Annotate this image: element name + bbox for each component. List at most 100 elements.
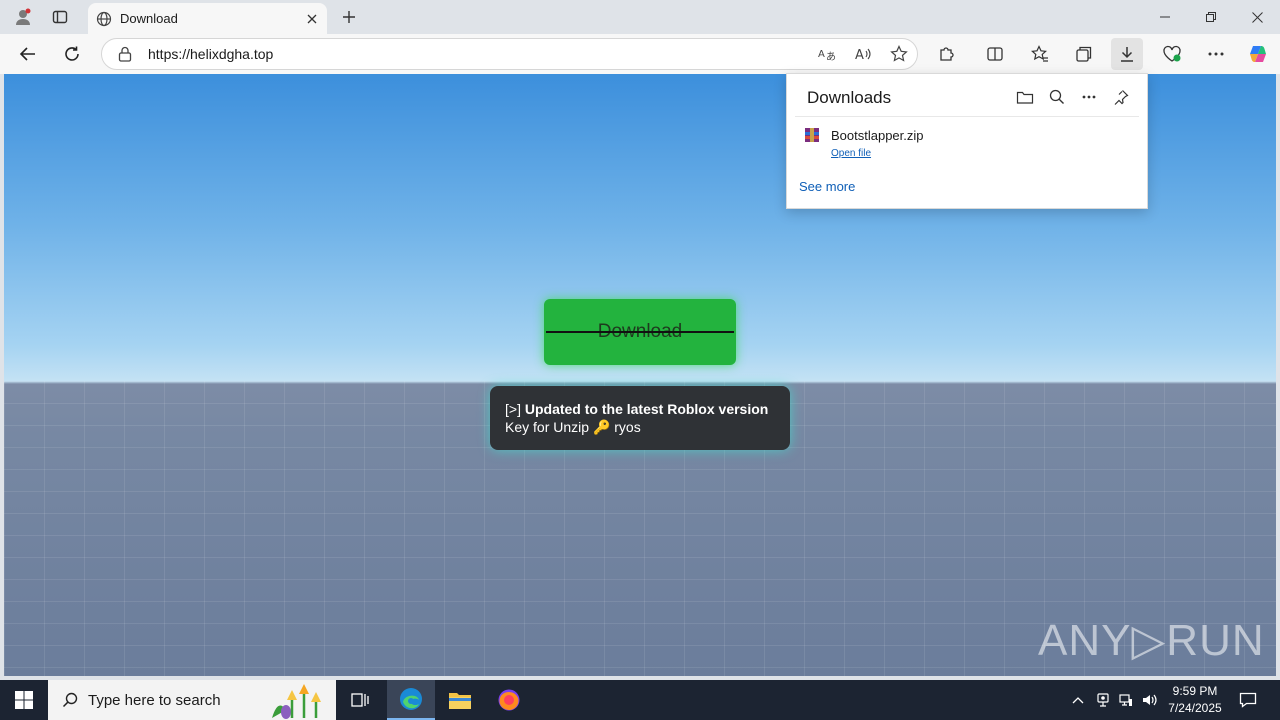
copilot-icon xyxy=(1250,46,1266,62)
browser-toolbar: https://helixdgha.top Aあ A xyxy=(0,34,1280,74)
favorites-button[interactable] xyxy=(1024,38,1056,70)
open-file-link[interactable]: Open file xyxy=(831,148,871,159)
url-text[interactable]: https://helixdgha.top xyxy=(148,46,809,62)
taskbar-edge[interactable] xyxy=(387,680,435,720)
new-tab-button[interactable] xyxy=(334,4,364,30)
collections-button[interactable] xyxy=(1068,38,1100,70)
copilot-button[interactable] xyxy=(1242,38,1274,70)
downloads-flyout: Downloads Bootstlapper.zip Open file See… xyxy=(786,73,1148,209)
show-hidden-icons-button[interactable] xyxy=(1067,680,1089,720)
refresh-icon xyxy=(65,46,79,61)
search-downloads-button[interactable] xyxy=(1042,84,1072,110)
download-button[interactable]: Download xyxy=(544,299,736,365)
split-screen-button[interactable] xyxy=(979,38,1011,70)
profile-button[interactable] xyxy=(8,4,38,30)
download-file-name[interactable]: Bootstlapper.zip xyxy=(831,128,924,143)
notice-box: [>] Updated to the latest Roblox version… xyxy=(490,386,790,450)
notice-key-label: Key for Unzip xyxy=(505,419,590,435)
profile-icon xyxy=(16,8,31,25)
taskbar-clock[interactable]: 9:59 PM 7/24/2025 xyxy=(1164,683,1226,717)
notice-line-2: Key for Unzip 🔑 ryos xyxy=(505,418,775,436)
clock-date: 7/24/2025 xyxy=(1168,701,1222,715)
windows-taskbar: Type here to search 9:59 PM 7/24/2025 xyxy=(0,680,1280,720)
notice-headline: Updated to the latest Roblox version xyxy=(524,401,769,417)
site-info-button[interactable] xyxy=(116,45,134,63)
tab-download[interactable]: Download xyxy=(88,3,327,34)
folder-icon xyxy=(1016,91,1034,104)
search-icon xyxy=(62,692,78,708)
search-highlight-tulips-icon xyxy=(272,684,321,719)
downloads-button[interactable] xyxy=(1111,38,1143,70)
minimize-icon xyxy=(1160,16,1170,18)
folder-icon xyxy=(449,693,471,709)
arrow-left-icon xyxy=(19,47,35,61)
task-view-icon xyxy=(351,693,369,707)
downloads-title: Downloads xyxy=(807,88,892,107)
star-outline-icon xyxy=(890,45,908,62)
browser-essentials-button[interactable] xyxy=(1156,38,1188,70)
favorites-icon xyxy=(1031,45,1048,62)
download-icon xyxy=(1121,47,1133,62)
firefox-icon xyxy=(498,689,520,711)
svg-text:A: A xyxy=(855,48,864,62)
taskbar-firefox[interactable] xyxy=(485,680,533,720)
clock-time: 9:59 PM xyxy=(1172,684,1218,698)
minimize-button[interactable] xyxy=(1142,0,1188,34)
close-icon xyxy=(307,14,317,23)
anyrun-watermark: ANY▷RUN xyxy=(1038,615,1265,665)
tab-close-button[interactable] xyxy=(301,8,323,30)
volume-button[interactable] xyxy=(1139,680,1161,720)
puzzle-icon xyxy=(940,47,954,61)
more-horizontal-icon xyxy=(1208,52,1224,56)
extensions-button[interactable] xyxy=(931,38,963,70)
notifications-button[interactable] xyxy=(1234,680,1262,720)
split-screen-icon xyxy=(987,47,1003,61)
notice-prefix: [>] xyxy=(505,401,521,417)
taskbar-search-box[interactable]: Type here to search xyxy=(48,680,336,720)
search-icon xyxy=(1049,89,1064,104)
zip-archive-icon xyxy=(805,128,819,142)
translate-icon: Aあ xyxy=(818,49,836,62)
tab-actions-button[interactable] xyxy=(45,4,75,30)
restore-button[interactable] xyxy=(1188,0,1234,34)
search-placeholder: Type here to search xyxy=(88,691,221,709)
taskbar-file-explorer[interactable] xyxy=(436,680,484,720)
more-horizontal-icon xyxy=(1082,95,1096,99)
read-aloud-button[interactable]: A xyxy=(845,40,881,68)
refresh-button[interactable] xyxy=(56,38,88,70)
task-view-button[interactable] xyxy=(336,680,384,720)
volume-icon xyxy=(1143,694,1157,706)
svg-text:A: A xyxy=(818,49,825,60)
tab-actions-icon xyxy=(52,10,68,24)
lock-icon xyxy=(118,46,132,62)
meet-now-button[interactable] xyxy=(1092,680,1114,720)
pin-icon xyxy=(1114,90,1129,105)
pin-downloads-button[interactable] xyxy=(1106,84,1136,110)
open-downloads-folder-button[interactable] xyxy=(1010,84,1040,110)
key-icon: 🔑 xyxy=(592,419,611,435)
heart-pulse-icon xyxy=(1163,45,1181,62)
notice-line-1: [>] Updated to the latest Roblox version xyxy=(505,400,775,418)
notice-key-value: ryos xyxy=(614,419,641,435)
favorite-button[interactable] xyxy=(881,40,917,68)
start-button[interactable] xyxy=(0,680,48,720)
close-window-button[interactable] xyxy=(1234,0,1280,34)
plus-icon xyxy=(343,11,355,23)
flyout-divider xyxy=(795,116,1139,117)
globe-icon xyxy=(96,11,112,26)
read-aloud-icon: A xyxy=(855,48,871,62)
windows-logo-icon xyxy=(15,691,33,709)
webcam-icon xyxy=(1097,693,1109,707)
close-icon xyxy=(1251,11,1263,23)
chevron-up-icon xyxy=(1072,697,1084,704)
tab-title: Download xyxy=(120,11,178,26)
address-bar[interactable]: https://helixdgha.top Aあ A xyxy=(101,38,918,70)
see-more-link[interactable]: See more xyxy=(799,179,855,194)
downloads-more-options-button[interactable] xyxy=(1074,84,1104,110)
translate-button[interactable]: Aあ xyxy=(809,40,845,68)
settings-more-button[interactable] xyxy=(1200,38,1232,70)
svg-text:あ: あ xyxy=(826,51,836,62)
back-button[interactable] xyxy=(12,38,44,70)
network-button[interactable] xyxy=(1115,680,1137,720)
network-icon xyxy=(1119,694,1132,706)
